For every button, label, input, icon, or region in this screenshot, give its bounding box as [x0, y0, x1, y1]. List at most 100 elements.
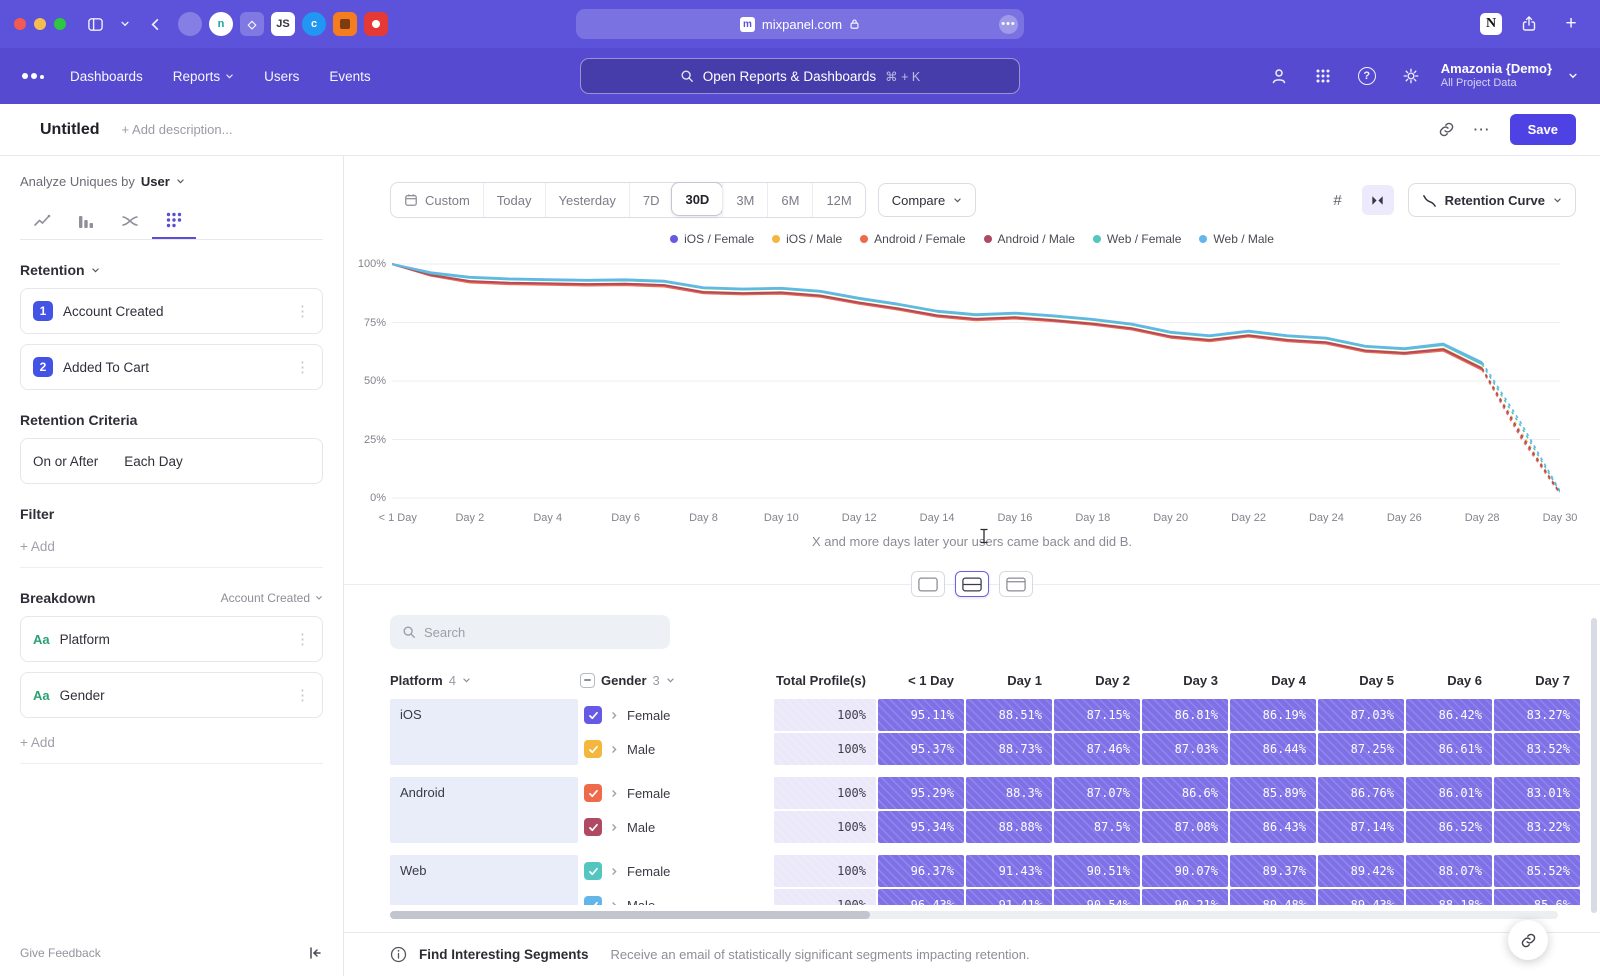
close-window-button[interactable] [14, 18, 26, 30]
chevron-right-icon[interactable] [610, 867, 619, 876]
layout-chart-only-button[interactable] [911, 571, 945, 597]
gender-checkbox[interactable] [584, 706, 602, 724]
column-header-total-profile-s-[interactable]: Total Profile(s) [774, 665, 876, 695]
column-header-day-1[interactable]: Day 1 [966, 665, 1052, 695]
retention-value-cell[interactable]: 88.51% [966, 699, 1052, 731]
c-extension-icon[interactable]: c [302, 12, 326, 36]
retention-value-cell[interactable]: 90.07% [1142, 855, 1228, 887]
range-yesterday[interactable]: Yesterday [545, 183, 629, 217]
retention-step-2[interactable]: 2Added To Cart⋮ [20, 344, 323, 390]
range-3m[interactable]: 3M [722, 183, 767, 217]
retention-value-cell[interactable]: 86.01% [1406, 777, 1492, 809]
gender-checkbox[interactable] [584, 862, 602, 880]
chevron-right-icon[interactable] [610, 823, 619, 832]
column-header-day-6[interactable]: Day 6 [1406, 665, 1492, 695]
maximize-window-button[interactable] [54, 18, 66, 30]
mixpanel-logo[interactable] [22, 73, 44, 79]
nav-item-reports[interactable]: Reports [173, 69, 234, 84]
breakdown-platform[interactable]: AaPlatform⋮ [20, 616, 323, 662]
retention-value-cell[interactable]: 86.52% [1406, 811, 1492, 843]
retention-value-cell[interactable]: 83.22% [1494, 811, 1580, 843]
nav-item-users[interactable]: Users [264, 69, 299, 84]
retention-value-cell[interactable]: 89.37% [1230, 855, 1316, 887]
gender-select-all-checkbox[interactable] [580, 673, 595, 688]
retention-value-cell[interactable]: 95.11% [878, 699, 964, 731]
retention-value-cell[interactable]: 87.03% [1318, 699, 1404, 731]
retention-value-cell[interactable]: 90.21% [1142, 889, 1228, 905]
retention-value-cell[interactable]: 83.27% [1494, 699, 1580, 731]
retention-step-1[interactable]: 1Account Created⋮ [20, 288, 323, 334]
retention-value-cell[interactable]: 86.44% [1230, 733, 1316, 765]
data-management-icon[interactable] [1265, 62, 1293, 90]
notion-extension-icon[interactable]: N [1480, 13, 1502, 35]
orange-logo-extension-icon[interactable] [333, 12, 357, 36]
retention-value-cell[interactable]: 86.61% [1406, 733, 1492, 765]
chevron-right-icon[interactable] [610, 711, 619, 720]
retention-value-cell[interactable]: 89.43% [1318, 889, 1404, 905]
gender-cell-female[interactable]: Female [580, 855, 772, 887]
layout-table-only-button[interactable] [999, 571, 1033, 597]
kebab-menu-icon[interactable]: ⋮ [295, 302, 310, 320]
retention-value-cell[interactable]: 88.73% [966, 733, 1052, 765]
gender-checkbox[interactable] [584, 784, 602, 802]
retention-value-cell[interactable]: 95.29% [878, 777, 964, 809]
bowtie-icon[interactable] [1362, 185, 1394, 215]
retention-value-cell[interactable]: 87.15% [1054, 699, 1140, 731]
retention-value-cell[interactable]: 87.03% [1142, 733, 1228, 765]
gender-cell-male[interactable]: Male [580, 889, 772, 905]
legend-item[interactable]: Android / Male [984, 232, 1075, 246]
url-options-button[interactable]: ••• [999, 15, 1018, 34]
kebab-menu-icon[interactable]: ⋮ [295, 358, 310, 376]
range-today[interactable]: Today [483, 183, 545, 217]
platform-cell[interactable]: Web [390, 855, 578, 905]
settings-gear-icon[interactable] [1397, 62, 1425, 90]
legend-item[interactable]: Web / Male [1199, 232, 1273, 246]
retention-value-cell[interactable]: 86.19% [1230, 699, 1316, 731]
legend-item[interactable]: iOS / Female [670, 232, 754, 246]
retention-value-cell[interactable]: 85.89% [1230, 777, 1316, 809]
total-profiles-cell[interactable]: 100% [774, 889, 876, 905]
legend-item[interactable]: iOS / Male [772, 232, 842, 246]
gender-cell-female[interactable]: Female [580, 777, 772, 809]
column-header-day-4[interactable]: Day 4 [1230, 665, 1316, 695]
cube-extension-icon[interactable]: ◇ [240, 12, 264, 36]
tab-insights[interactable] [20, 203, 64, 239]
gender-column-header[interactable]: Gender 3 [580, 665, 772, 695]
retention-value-cell[interactable]: 88.3% [966, 777, 1052, 809]
gender-checkbox[interactable] [584, 818, 602, 836]
project-switcher[interactable]: Amazonia {Demo} All Project Data [1441, 61, 1552, 91]
tab-retention[interactable] [152, 203, 196, 239]
series-line[interactable] [392, 264, 1482, 362]
retention-value-cell[interactable]: 87.25% [1318, 733, 1404, 765]
back-button[interactable] [142, 11, 168, 37]
retention-value-cell[interactable]: 95.34% [878, 811, 964, 843]
retention-value-cell[interactable]: 86.6% [1142, 777, 1228, 809]
total-profiles-cell[interactable]: 100% [774, 699, 876, 731]
add-filter-button[interactable]: + Add [20, 526, 323, 568]
add-description-button[interactable]: + Add description... [122, 122, 233, 137]
column-header--1-day[interactable]: < 1 Day [878, 665, 964, 695]
share-link-floating-button[interactable] [1508, 920, 1548, 960]
red-logo-extension-icon[interactable] [364, 12, 388, 36]
column-header-day-3[interactable]: Day 3 [1142, 665, 1228, 695]
give-feedback-link[interactable]: Give Feedback [20, 946, 101, 960]
retention-value-cell[interactable]: 86.76% [1318, 777, 1404, 809]
retention-value-cell[interactable]: 87.08% [1142, 811, 1228, 843]
js-extension-icon[interactable]: JS [271, 12, 295, 36]
retention-value-cell[interactable]: 96.37% [878, 855, 964, 887]
total-profiles-cell[interactable]: 100% [774, 733, 876, 765]
retention-value-cell[interactable]: 83.01% [1494, 777, 1580, 809]
layout-split-button[interactable] [955, 571, 989, 597]
retention-value-cell[interactable]: 96.43% [878, 889, 964, 905]
nav-item-dashboards[interactable]: Dashboards [70, 69, 143, 84]
retention-value-cell[interactable]: 83.52% [1494, 733, 1580, 765]
retention-value-cell[interactable]: 85.52% [1494, 855, 1580, 887]
gender-cell-female[interactable]: Female [580, 699, 772, 731]
window-controls[interactable] [14, 18, 66, 30]
retention-value-cell[interactable]: 88.07% [1406, 855, 1492, 887]
retention-value-cell[interactable]: 90.54% [1054, 889, 1140, 905]
browser-chevron-down-icon[interactable] [112, 11, 138, 37]
range-30d[interactable]: 30D [671, 182, 723, 216]
kebab-menu-icon[interactable]: ⋮ [295, 630, 310, 648]
platform-cell[interactable]: Android [390, 777, 578, 843]
